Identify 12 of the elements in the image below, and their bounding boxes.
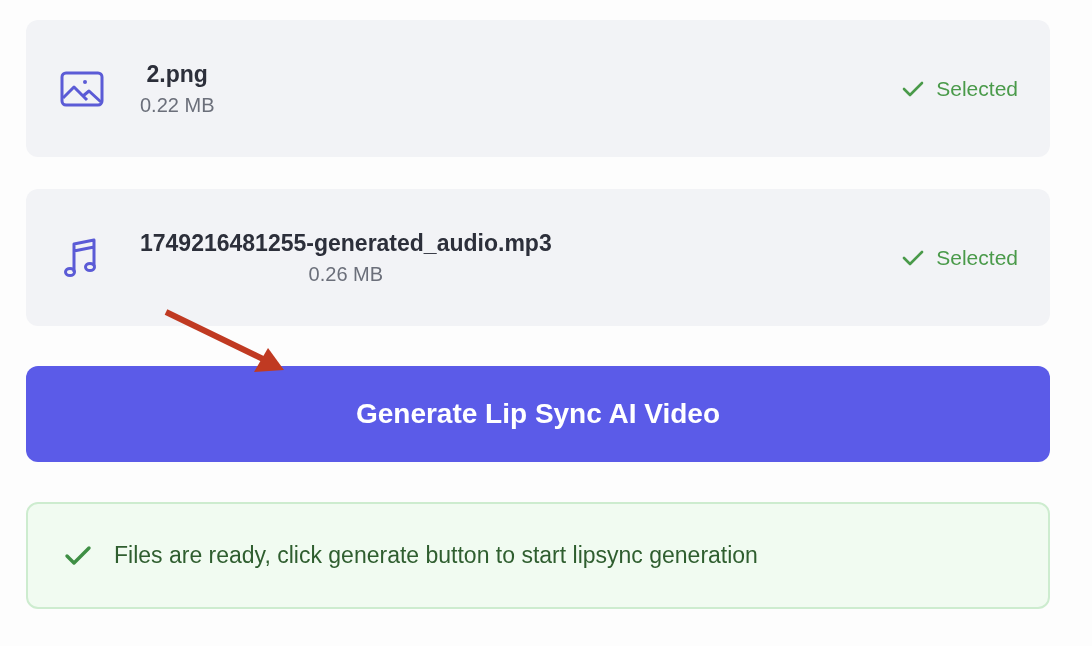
status-label: Selected	[936, 245, 1018, 270]
image-icon	[60, 70, 104, 107]
file-size: 0.22 MB	[140, 93, 215, 117]
file-size: 0.26 MB	[308, 262, 384, 286]
check-icon	[902, 79, 925, 98]
notice-text: Files are ready, click generate button to start lipsync generation	[114, 542, 758, 569]
check-icon	[64, 544, 92, 567]
file-name: 1749216481255-generated_audio.mp3	[140, 229, 552, 257]
check-icon	[902, 248, 925, 267]
generate-button[interactable]: Generate Lip Sync AI Video	[26, 366, 1050, 462]
status-label: Selected	[936, 76, 1018, 101]
file-name: 2.png	[146, 60, 208, 88]
